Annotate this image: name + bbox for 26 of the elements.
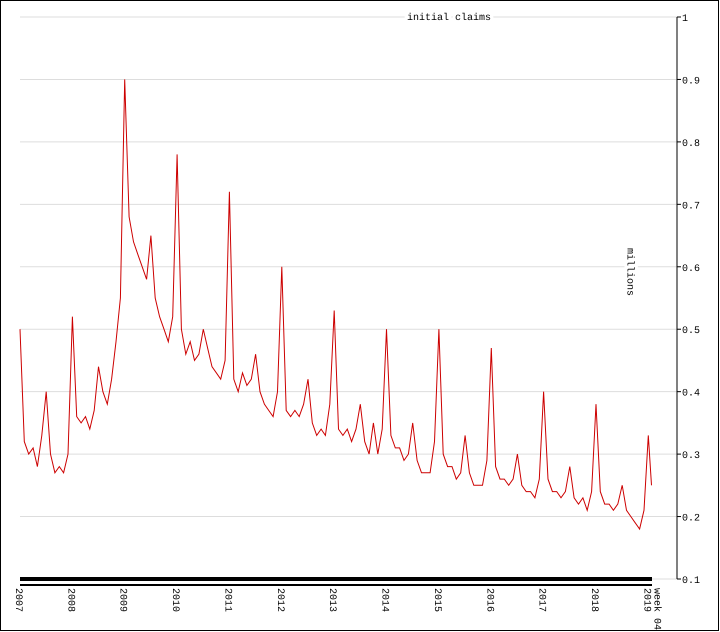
axis-label: 0.9 xyxy=(682,76,700,88)
axis-label: 2016 xyxy=(483,588,494,612)
axis-label: 2008 xyxy=(64,588,76,612)
annotation: week 04 xyxy=(650,588,662,630)
axis-label: 0.6 xyxy=(682,264,700,275)
axis-label: 2017 xyxy=(536,588,547,612)
axis-label: 2007 xyxy=(12,588,23,612)
axis-title: millions xyxy=(623,248,634,296)
axis-label: 0.4 xyxy=(682,388,700,400)
axis-label: 2013 xyxy=(326,588,338,612)
axis-label: 2009 xyxy=(116,588,128,612)
axis-label: 2012 xyxy=(274,588,285,612)
axis-label: 2011 xyxy=(221,588,232,612)
axis-label: 0.5 xyxy=(682,326,700,338)
axis-label: 2018 xyxy=(588,588,599,612)
axis-label: 0.8 xyxy=(682,138,700,150)
axis-label: 2015 xyxy=(430,588,442,612)
axis-label: 0.7 xyxy=(682,201,700,212)
axis-label: 1 xyxy=(682,14,688,25)
axis-label: 0.1 xyxy=(682,576,700,587)
axis-label: 0.3 xyxy=(682,451,700,462)
chart-title: initial claims xyxy=(407,13,491,24)
axis-label: 0.2 xyxy=(682,514,700,525)
axis-label: 2014 xyxy=(378,588,390,612)
axis-label: 2019 xyxy=(640,588,652,612)
axis-label: 2010 xyxy=(169,588,180,612)
